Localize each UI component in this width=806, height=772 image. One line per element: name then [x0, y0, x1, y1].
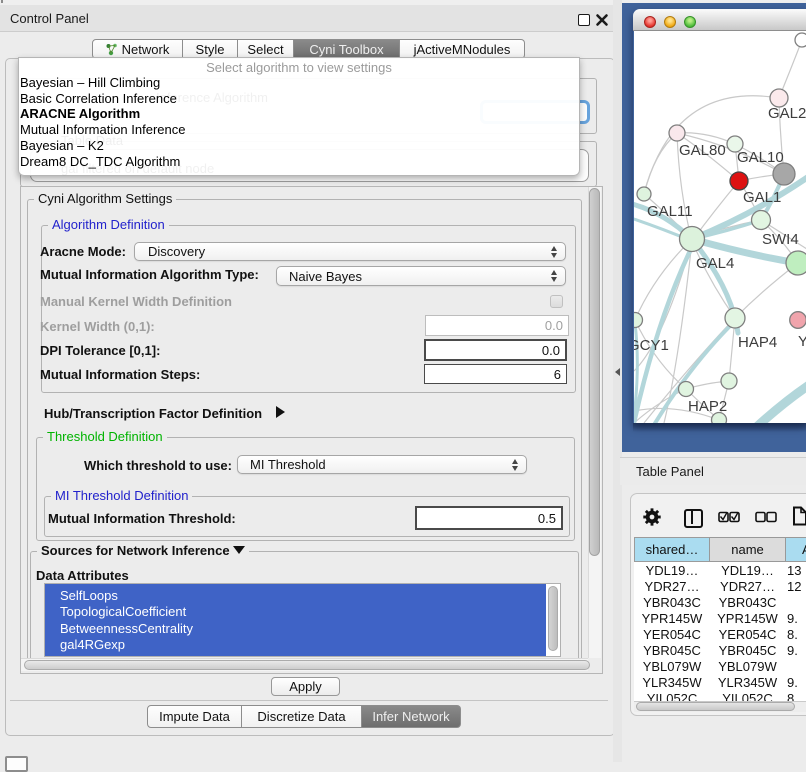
svg-text:HAP2: HAP2	[688, 398, 727, 415]
svg-text:GAL4: GAL4	[696, 255, 734, 272]
svg-text:SWI4: SWI4	[762, 231, 799, 248]
svg-text:GAL2: GAL2	[768, 105, 806, 122]
svg-text:GCY1: GCY1	[634, 337, 669, 354]
svg-text:GAL80: GAL80	[679, 142, 726, 159]
svg-text:Y: Y	[798, 333, 806, 350]
svg-text:GAL10: GAL10	[737, 149, 784, 166]
svg-text:GAL11: GAL11	[647, 203, 693, 220]
svg-text:HAP4: HAP4	[738, 334, 777, 351]
svg-text:GAL1: GAL1	[743, 189, 781, 206]
